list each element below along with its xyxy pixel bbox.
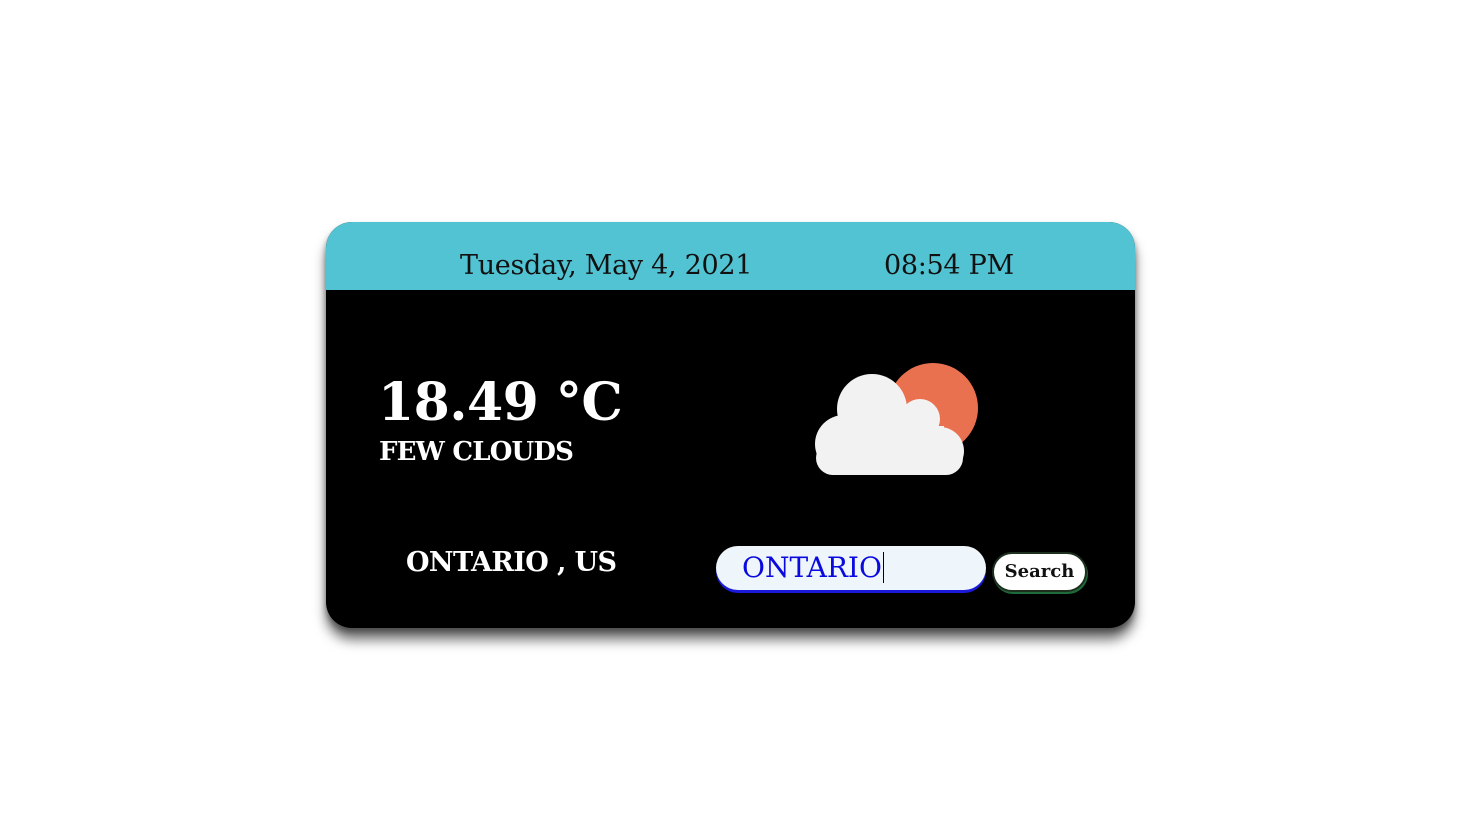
current-date: Tuesday, May 4, 2021: [460, 250, 753, 281]
search-input-value: ONTARIO: [742, 551, 882, 584]
temperature-value: 18.49 °C: [378, 372, 623, 433]
weather-card: Tuesday, May 4, 2021 08:54 PM 18.49 °C F…: [326, 222, 1135, 628]
weather-condition: FEW CLOUDS: [379, 437, 574, 467]
city-search-input[interactable]: ONTARIO: [716, 546, 986, 590]
card-header: Tuesday, May 4, 2021 08:54 PM: [326, 222, 1135, 290]
search-button[interactable]: Search: [992, 552, 1087, 592]
location-label: ONTARIO , US: [406, 547, 617, 578]
current-time: 08:54 PM: [884, 250, 1014, 281]
text-caret: [882, 552, 885, 583]
partly-cloudy-icon: [815, 363, 978, 475]
